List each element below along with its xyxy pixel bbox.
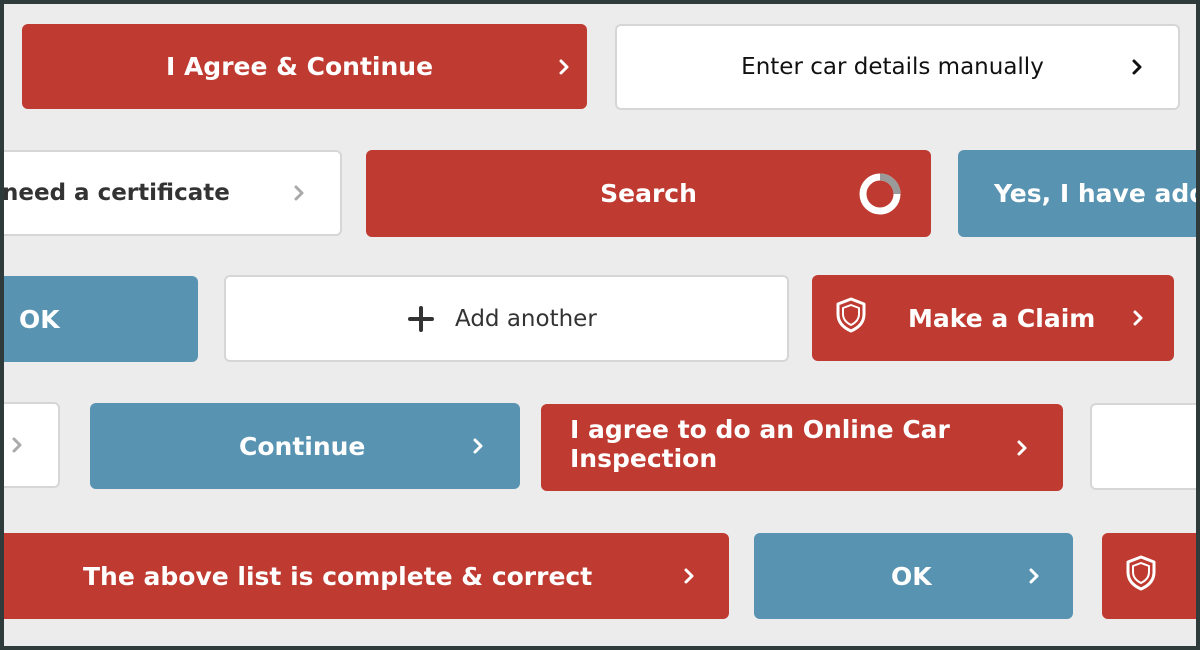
- online-inspection-line1: I agree to do an Online Car: [570, 415, 950, 444]
- make-claim-button[interactable]: Make a Claim: [812, 275, 1174, 361]
- ok-label: OK: [891, 561, 932, 591]
- chevron-right-icon: [1128, 308, 1148, 328]
- agree-continue-label: I Agree & Continue: [165, 52, 434, 81]
- chevron-right-icon: [554, 57, 574, 77]
- continue-button[interactable]: Continue: [90, 403, 520, 489]
- need-certificate-button[interactable]: need a certificate: [4, 150, 342, 236]
- partial-white-button-right[interactable]: [1090, 403, 1196, 490]
- chevron-right-icon: [679, 566, 699, 586]
- ok-button-row5[interactable]: OK: [754, 533, 1073, 619]
- online-inspection-label: I agree to do an Online Car Inspection: [570, 415, 950, 473]
- list-complete-label: The above list is complete & correct: [83, 561, 593, 591]
- chevron-right-icon: [289, 183, 309, 203]
- online-inspection-button[interactable]: I agree to do an Online Car Inspection: [541, 404, 1063, 491]
- button-showcase-canvas: I Agree & Continue Enter car details man…: [4, 4, 1196, 646]
- shield-icon: [834, 296, 868, 340]
- chevron-right-icon: [1024, 566, 1044, 586]
- ok-label: OK: [19, 304, 60, 334]
- agree-continue-button[interactable]: I Agree & Continue: [22, 24, 587, 109]
- partial-white-button-left[interactable]: [4, 402, 60, 488]
- chevron-right-icon: [468, 436, 488, 456]
- online-inspection-line2: Inspection: [570, 444, 718, 473]
- chevron-right-icon: [1127, 57, 1147, 77]
- add-another-button[interactable]: Add another: [224, 275, 789, 362]
- search-button[interactable]: Search: [366, 150, 931, 237]
- enter-car-details-label: Enter car details manually: [741, 54, 1044, 80]
- loading-spinner-icon: [858, 172, 902, 216]
- yes-have-add-label: Yes, I have add: [994, 179, 1196, 208]
- search-label: Search: [600, 179, 697, 208]
- plus-icon: [408, 305, 434, 332]
- yes-have-add-button[interactable]: Yes, I have add: [958, 150, 1196, 237]
- enter-car-details-button[interactable]: Enter car details manually: [615, 24, 1180, 110]
- chevron-right-icon: [1012, 438, 1032, 458]
- list-complete-button[interactable]: The above list is complete & correct: [4, 533, 729, 619]
- add-another-label: Add another: [455, 305, 597, 332]
- make-claim-label: Make a Claim: [908, 303, 1096, 333]
- partial-claim-button[interactable]: [1102, 533, 1196, 619]
- shield-icon: [1124, 554, 1158, 598]
- ok-button-row3[interactable]: OK: [4, 276, 198, 362]
- continue-label: Continue: [239, 431, 366, 461]
- need-certificate-label: need a certificate: [4, 180, 230, 206]
- chevron-right-icon: [7, 435, 27, 455]
